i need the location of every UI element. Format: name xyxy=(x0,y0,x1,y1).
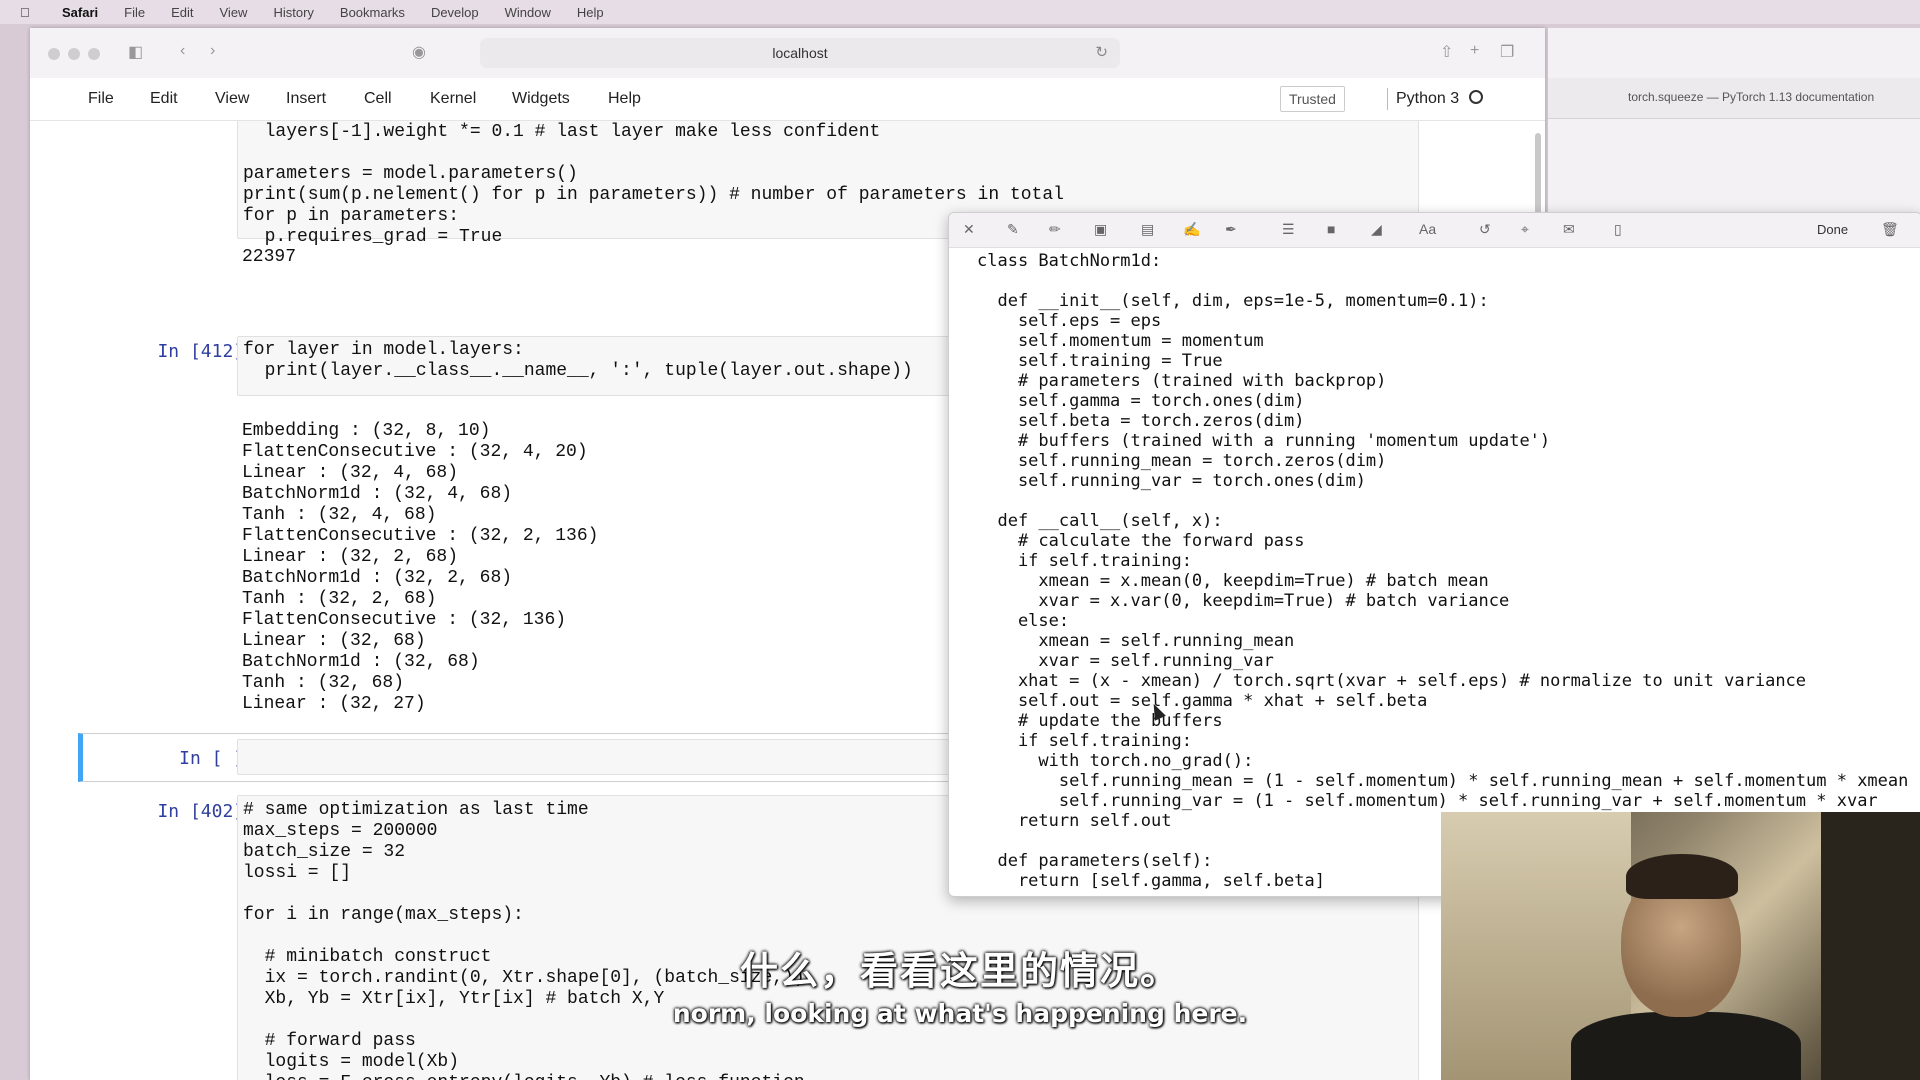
border-color-icon[interactable]: ■ xyxy=(1327,221,1335,237)
webcam-background-shelf xyxy=(1821,812,1920,1080)
rotate-icon[interactable]: ↺ xyxy=(1479,221,1491,238)
forward-icon[interactable]: › xyxy=(210,42,215,60)
new-tab-icon[interactable]: + xyxy=(1470,42,1479,60)
sketch-icon[interactable]: ✎ xyxy=(1007,221,1019,238)
fill-color-icon[interactable]: ◢ xyxy=(1371,221,1382,238)
share-icon[interactable]: ⇧ xyxy=(1440,42,1453,62)
zoom-window-button[interactable] xyxy=(88,48,100,60)
kernel-indicator[interactable]: Python 3 xyxy=(1387,88,1484,110)
menu-file[interactable]: File xyxy=(124,5,145,20)
webcam-person-hair xyxy=(1626,854,1738,899)
trash-icon[interactable]: 🗑 xyxy=(1881,221,1899,238)
sidebar-icon[interactable]: ◧ xyxy=(128,42,143,62)
cell-output: 22397 xyxy=(242,247,297,267)
batchnorm-code: class BatchNorm1d: def __init__(self, di… xyxy=(977,251,1909,891)
jupyter-menu-file[interactable]: File xyxy=(88,90,114,108)
reload-icon[interactable]: ↻ xyxy=(1095,38,1108,68)
jupyter-menu-widgets[interactable]: Widgets xyxy=(512,90,570,108)
text-style-icon[interactable]: Aa xyxy=(1419,221,1436,237)
kernel-name: Python 3 xyxy=(1396,90,1460,107)
background-tab-title: torch.squeeze — PyTorch 1.13 documentati… xyxy=(1628,90,1875,104)
webcam-person-body xyxy=(1571,1012,1801,1080)
markup-toolbar: ✕ ✎ ✏ ▣ ▤ ✍ ✒ ☰ ■ ◢ Aa ↺ ⌖ ✉ ▯ Done 🗑 xyxy=(949,213,1920,248)
kernel-idle-icon xyxy=(1469,90,1484,104)
close-window-button[interactable] xyxy=(48,48,60,60)
highlight-icon[interactable]: ✍ xyxy=(1183,221,1200,238)
line-style-icon[interactable]: ☰ xyxy=(1282,221,1295,238)
device-icon[interactable]: ▯ xyxy=(1614,221,1622,238)
markup-popup: ✕ ✎ ✏ ▣ ▤ ✍ ✒ ☰ ■ ◢ Aa ↺ ⌖ ✉ ▯ Done 🗑 cl… xyxy=(948,212,1920,897)
menu-bookmarks[interactable]: Bookmarks xyxy=(340,5,405,20)
kernel-separator xyxy=(1387,88,1388,110)
menu-view[interactable]: View xyxy=(220,5,248,20)
url-text: localhost xyxy=(772,45,828,61)
menu-edit[interactable]: Edit xyxy=(171,5,193,20)
crop-icon[interactable]: ⌖ xyxy=(1521,221,1529,238)
minimize-window-button[interactable] xyxy=(68,48,80,60)
tab-overview-icon[interactable]: ❐ xyxy=(1500,42,1514,62)
menu-help[interactable]: Help xyxy=(577,5,604,20)
browser-toolbar: ◧ ‹ › ◉ localhost ↻ ⇧ + ❐ xyxy=(30,28,1545,79)
menu-history[interactable]: History xyxy=(273,5,313,20)
apple-icon[interactable]:  xyxy=(20,5,36,20)
done-button[interactable]: Done xyxy=(1817,222,1848,237)
webcam-video xyxy=(1441,812,1920,1080)
menu-safari[interactable]: Safari xyxy=(62,5,98,20)
jupyter-menu-cell[interactable]: Cell xyxy=(364,90,392,108)
jupyter-menu-insert[interactable]: Insert xyxy=(286,90,326,108)
text-box-icon[interactable]: ▤ xyxy=(1141,221,1154,238)
privacy-report-icon[interactable]: ◉ xyxy=(412,42,426,62)
back-icon[interactable]: ‹ xyxy=(180,42,185,60)
subtitle-chinese: 什么，看看这里的情况。 xyxy=(739,949,1180,993)
menu-window[interactable]: Window xyxy=(505,5,551,20)
jupyter-menubar: File Edit View Insert Cell Kernel Widget… xyxy=(30,78,1545,121)
address-bar[interactable]: localhost ↻ xyxy=(480,38,1120,68)
draw-icon[interactable]: ✏ xyxy=(1049,221,1061,238)
close-icon[interactable]: ✕ xyxy=(963,221,975,238)
jupyter-menu-kernel[interactable]: Kernel xyxy=(430,90,476,108)
jupyter-menu-view[interactable]: View xyxy=(215,90,249,108)
menu-develop[interactable]: Develop xyxy=(431,5,479,20)
shapes-icon[interactable]: ▣ xyxy=(1094,221,1107,238)
cell-output: Embedding : (32, 8, 10) FlattenConsecuti… xyxy=(242,421,599,714)
macos-menu-bar:  Safari File Edit View History Bookmark… xyxy=(0,0,1920,24)
annotate-icon[interactable]: ✉ xyxy=(1563,221,1575,238)
jupyter-menu-help[interactable]: Help xyxy=(608,90,641,108)
window-controls xyxy=(48,48,100,60)
subtitle-english: norm, looking at what's happening here. xyxy=(672,999,1248,1028)
trusted-indicator[interactable]: Trusted xyxy=(1280,86,1345,112)
jupyter-menu-edit[interactable]: Edit xyxy=(150,90,178,108)
background-tab[interactable]: torch.squeeze — PyTorch 1.13 documentati… xyxy=(1548,78,1920,119)
signature-icon[interactable]: ✒ xyxy=(1225,221,1237,238)
